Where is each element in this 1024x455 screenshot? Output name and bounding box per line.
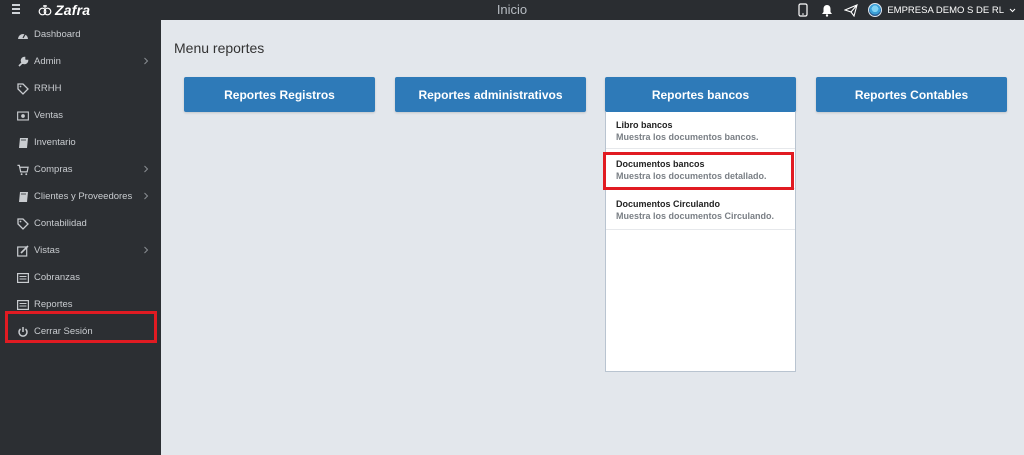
sidebar-item-label: Inventario — [34, 137, 76, 148]
book-icon — [17, 191, 29, 203]
main-content: Menu reportes Reportes Registros Reporte… — [161, 20, 1024, 455]
logo-text: Zafra — [55, 2, 91, 18]
tag-icon — [17, 82, 29, 95]
page-title: Menu reportes — [174, 40, 265, 56]
sidebar-item-label: Cobranzas — [34, 272, 80, 283]
sidebar-item-cobranzas[interactable]: Cobranzas — [0, 264, 161, 291]
reportes-contables-button[interactable]: Reportes Contables — [816, 77, 1007, 112]
sidebar-item-contabilidad[interactable]: Contabilidad — [0, 210, 161, 237]
logo-icon — [38, 5, 52, 16]
sidebar-item-label: Vistas — [34, 245, 60, 256]
sidebar-item-label: Dashboard — [34, 29, 81, 40]
dropdown-item-documentos-circulando[interactable]: Documentos Circulando Muestra los docume… — [606, 198, 795, 222]
mobile-icon[interactable] — [796, 3, 810, 17]
dashboard-icon — [17, 29, 29, 41]
dropdown-item-documentos-bancos[interactable]: Documentos bancos Muestra los documentos… — [606, 158, 795, 182]
sidebar-item-label: Cerrar Sesión — [34, 326, 93, 337]
sidebar-item-admin[interactable]: Admin — [0, 48, 161, 75]
list-icon — [17, 299, 29, 311]
dropdown-item-description: Muestra los documentos Circulando. — [616, 211, 775, 221]
company-menu[interactable]: EMPRESA DEMO S DE RL — [868, 3, 1016, 17]
sidebar: Dashboard Admin RRHH Ventas Inventario C… — [0, 20, 161, 455]
sidebar-item-dashboard[interactable]: Dashboard — [0, 21, 161, 48]
edit-icon — [17, 244, 29, 257]
sidebar-item-reportes[interactable]: Reportes — [0, 291, 161, 318]
sidebar-item-label: RRHH — [34, 83, 62, 94]
sidebar-item-cerrar-sesion[interactable]: Cerrar Sesión — [0, 318, 161, 345]
chevron-right-icon — [144, 246, 149, 254]
book-icon — [17, 137, 29, 149]
dropdown-item-description: Muestra los documentos detallado. — [616, 171, 767, 181]
sidebar-item-label: Contabilidad — [34, 218, 87, 229]
cart-icon — [17, 164, 29, 176]
reportes-registros-button[interactable]: Reportes Registros — [184, 77, 375, 112]
sidebar-item-label: Admin — [34, 56, 61, 67]
company-name: EMPRESA DEMO S DE RL — [887, 4, 1004, 16]
sidebar-item-clientes-proveedores[interactable]: Clientes y Proveedores — [0, 183, 161, 210]
sidebar-item-vistas[interactable]: Vistas — [0, 237, 161, 264]
chevron-right-icon — [144, 192, 149, 200]
sidebar-item-rrhh[interactable]: RRHH — [0, 75, 161, 102]
bell-icon[interactable] — [820, 3, 834, 17]
menu-toggle-icon[interactable] — [12, 4, 22, 14]
dropdown-item-title: Documentos Circulando — [616, 199, 721, 209]
wrench-icon — [17, 56, 29, 68]
sidebar-item-inventario[interactable]: Inventario — [0, 129, 161, 156]
dropdown-item-title: Documentos bancos — [616, 159, 705, 169]
list-icon — [17, 272, 29, 284]
money-icon — [17, 110, 29, 122]
power-icon — [17, 326, 29, 338]
send-icon[interactable] — [844, 3, 859, 17]
sidebar-item-compras[interactable]: Compras — [0, 156, 161, 183]
tag-icon — [17, 217, 29, 230]
sidebar-item-ventas[interactable]: Ventas — [0, 102, 161, 129]
dropdown-item-description: Muestra los documentos bancos. — [616, 132, 759, 142]
chevron-right-icon — [144, 165, 149, 173]
top-bar: Zafra Inicio EMPRESA DEMO S DE RL — [0, 0, 1024, 20]
dropdown-item-title: Libro bancos — [616, 120, 673, 130]
chevron-down-icon — [1009, 8, 1016, 12]
reportes-bancos-dropdown: Libro bancos Muestra los documentos banc… — [605, 112, 796, 372]
dropdown-divider — [606, 188, 795, 189]
sidebar-item-label: Clientes y Proveedores — [34, 191, 133, 202]
sidebar-item-label: Reportes — [34, 299, 73, 310]
reportes-bancos-button[interactable]: Reportes bancos — [605, 77, 796, 112]
chevron-right-icon — [144, 57, 149, 65]
dropdown-divider — [606, 148, 795, 149]
dropdown-item-libro-bancos[interactable]: Libro bancos Muestra los documentos banc… — [606, 119, 795, 143]
app-logo[interactable]: Zafra — [38, 2, 90, 18]
sidebar-item-label: Compras — [34, 164, 73, 175]
sidebar-item-label: Ventas — [34, 110, 64, 121]
reportes-administrativos-button[interactable]: Reportes administrativos — [395, 77, 586, 112]
company-avatar — [868, 3, 883, 17]
dropdown-divider — [606, 229, 795, 230]
